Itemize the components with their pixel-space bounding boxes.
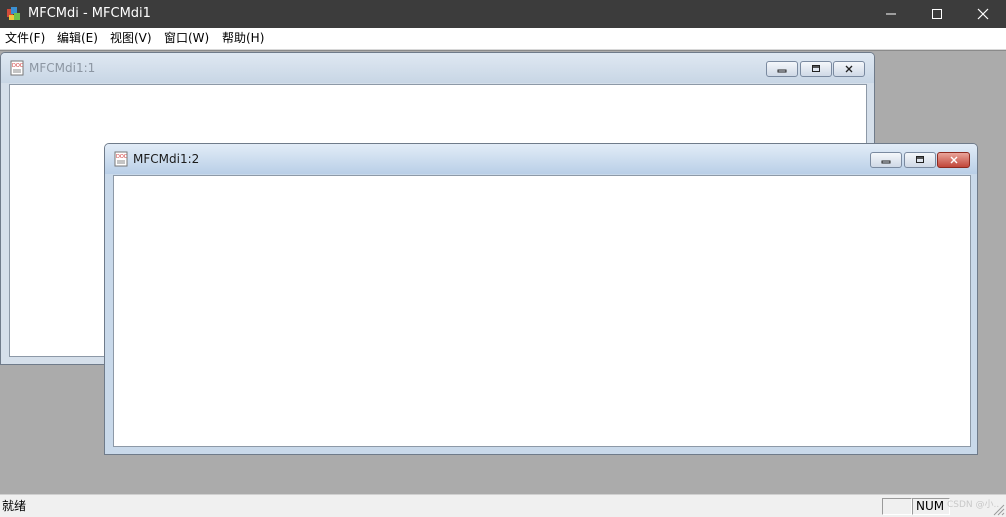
status-pane-caps <box>882 498 912 515</box>
minimize-icon <box>886 13 896 15</box>
child-minimize-button[interactable] <box>766 61 798 77</box>
mdi-child-window-2[interactable]: DOC MFCMdi1:2 <box>104 143 978 455</box>
close-icon <box>977 8 989 20</box>
child-close-button[interactable] <box>833 61 865 77</box>
resize-grip-icon[interactable] <box>992 503 1005 516</box>
menu-edit[interactable]: 编辑(E) <box>57 31 98 46</box>
maximize-button[interactable] <box>914 0 960 28</box>
child-title: MFCMdi1:2 <box>133 152 200 166</box>
child-title: MFCMdi1:1 <box>29 61 96 75</box>
child-minimize-button[interactable] <box>870 152 902 168</box>
document-icon: DOC <box>114 151 128 167</box>
menu-bar: 文件(F) 编辑(E) 视图(V) 窗口(W) 帮助(H) <box>0 28 1006 50</box>
maximize-icon <box>932 9 942 19</box>
status-pane-num: NUM <box>912 498 950 515</box>
mfc-app-icon <box>7 7 20 20</box>
window-title-bar[interactable]: MFCMdi - MFCMdi1 <box>0 0 1006 28</box>
child-maximize-button[interactable] <box>904 152 936 168</box>
child-title-bar[interactable]: DOC MFCMdi1:2 <box>105 144 977 174</box>
maximize-icon <box>812 65 820 72</box>
menu-file[interactable]: 文件(F) <box>5 31 45 46</box>
child-document-view[interactable] <box>113 175 971 447</box>
child-maximize-button[interactable] <box>800 61 832 77</box>
window-title: MFCMdi - MFCMdi1 <box>28 6 151 21</box>
menu-window[interactable]: 窗口(W) <box>164 31 209 46</box>
child-title-bar[interactable]: DOC MFCMdi1:1 <box>1 53 874 83</box>
minimize-icon <box>881 160 891 164</box>
child-close-button[interactable] <box>937 152 970 168</box>
minimize-button[interactable] <box>868 0 914 28</box>
menu-view[interactable]: 视图(V) <box>110 31 152 46</box>
close-button[interactable] <box>960 0 1006 28</box>
svg-text:DOC: DOC <box>116 154 128 160</box>
mdi-client-area[interactable]: DOC MFCMdi1:1 DOC MFCMdi1:2 <box>0 50 1006 495</box>
maximize-icon <box>916 156 924 163</box>
menu-help[interactable]: 帮助(H) <box>222 31 264 46</box>
status-bar: 就绪 NUM CSDN @小.. <box>0 494 1006 517</box>
close-icon <box>845 65 853 73</box>
close-icon <box>950 156 957 164</box>
document-icon: DOC <box>10 60 24 76</box>
status-text: 就绪 <box>2 499 27 513</box>
minimize-icon <box>777 69 787 73</box>
svg-text:DOC: DOC <box>12 63 24 69</box>
